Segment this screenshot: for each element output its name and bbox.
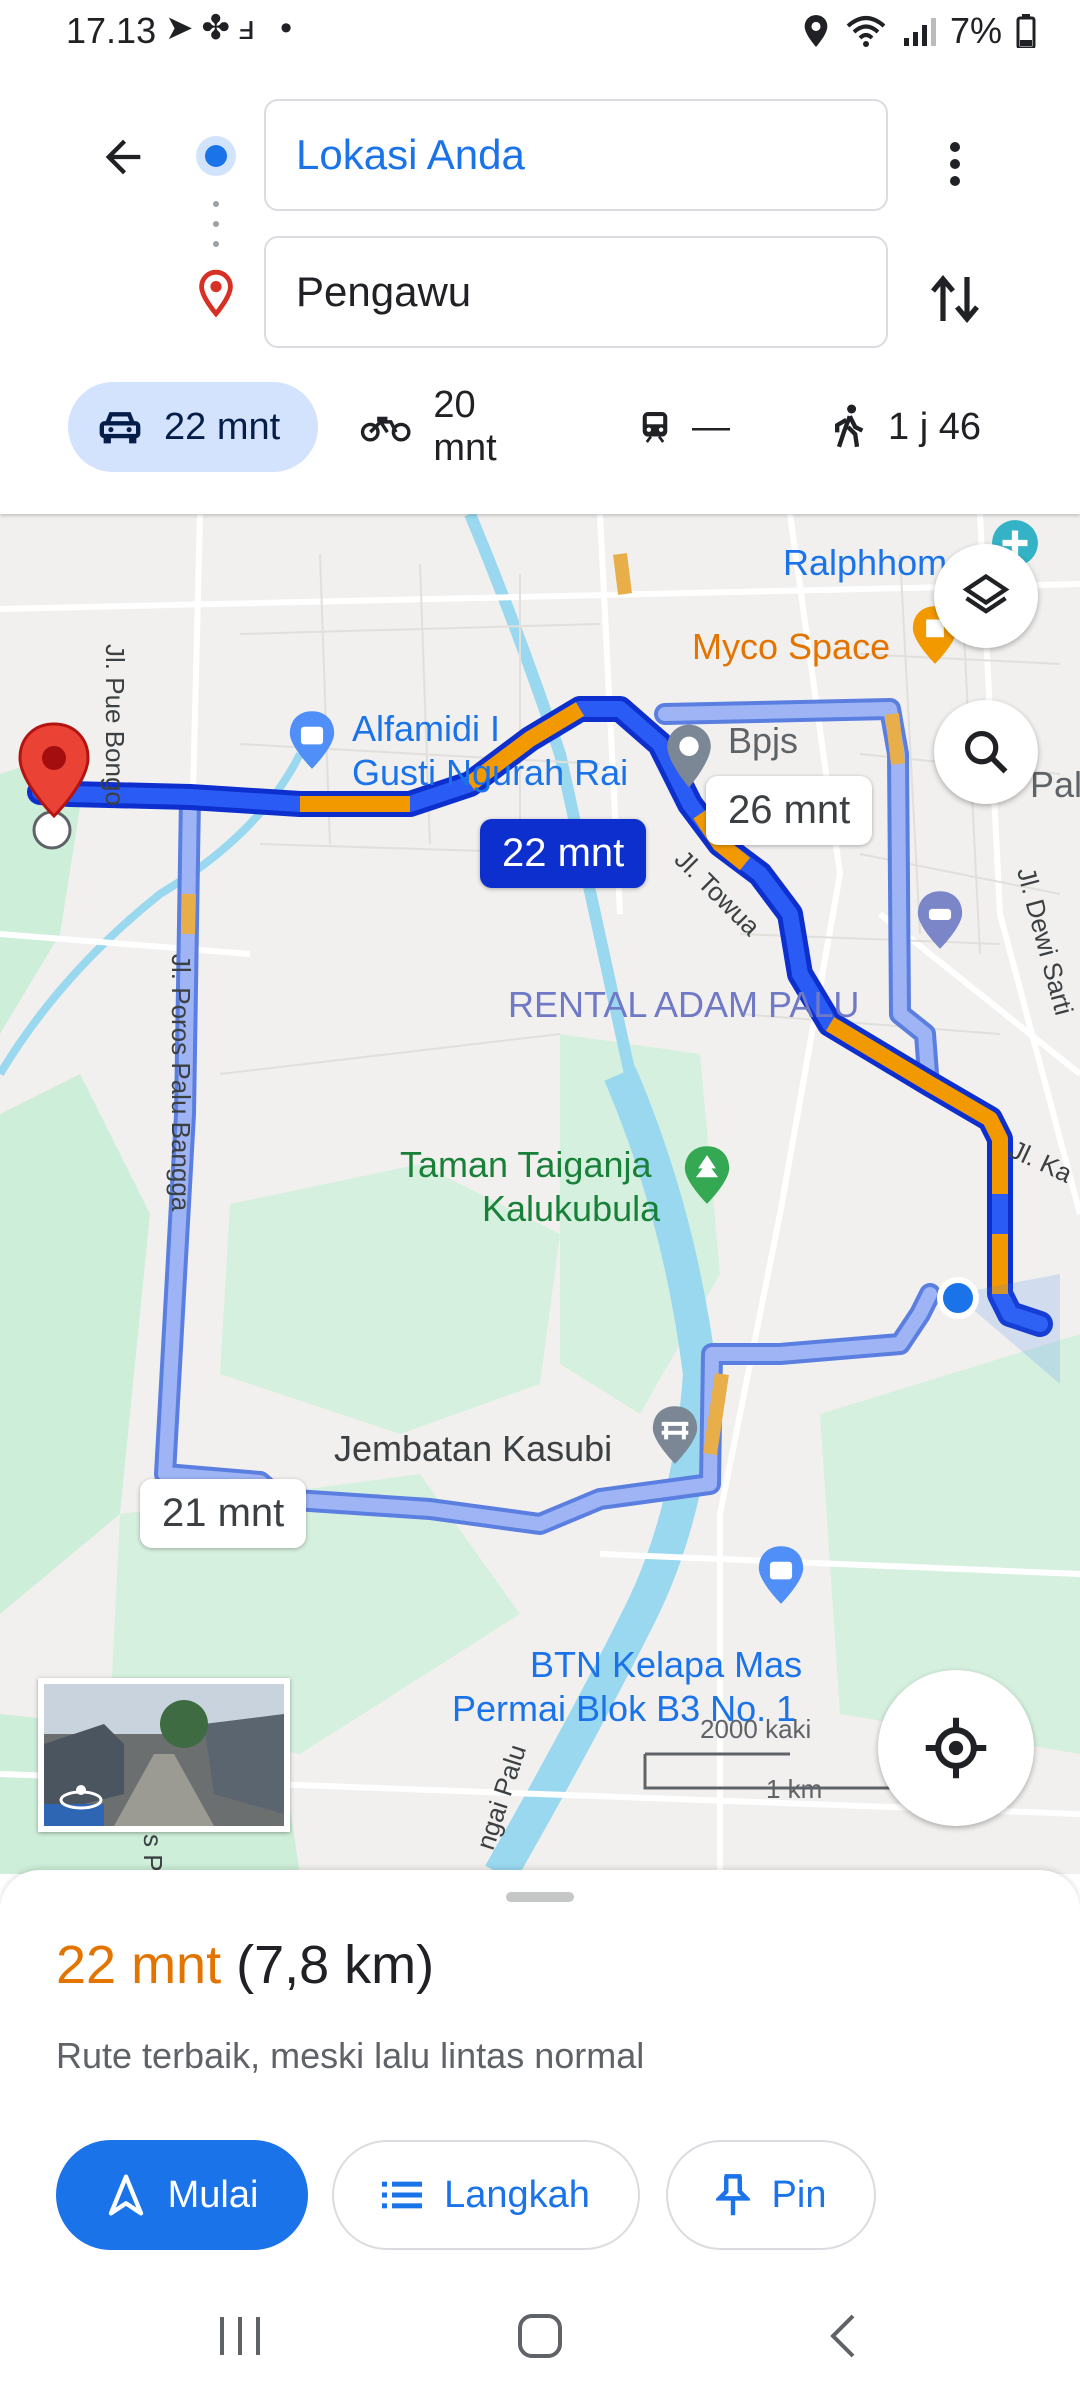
train-icon [642,412,668,443]
sheet-drag-handle[interactable] [506,1892,574,1902]
back-button[interactable] [88,122,158,192]
car-rental-icon[interactable] [913,889,967,951]
place-label-myco[interactable]: Myco Space [692,626,890,668]
tab-motorcycle[interactable]: 20 mnt [330,382,570,472]
swap-vert-icon [931,274,979,324]
notification-icons: ➤✤ⅎ • [165,9,300,47]
steps-button-label: Langkah [444,2173,590,2216]
road-label-poros-bottom: s Po [138,1834,168,1874]
origin-input[interactable]: Lokasi Anda [264,99,888,211]
route-chip-alt1[interactable]: 26 mnt [706,776,873,845]
place-label-bpjs[interactable]: Bpjs [728,720,798,762]
status-bar: 17.13 ➤✤ⅎ • 7% [0,0,1080,64]
place-label-pal[interactable]: Pal [1030,764,1080,806]
route-summary: 22 mnt (7,8 km) [56,1934,434,1996]
tab-walk-label: 1 j 46 [888,405,981,448]
chevron-left-icon [830,2314,855,2358]
shopping-bag-icon[interactable] [285,709,339,771]
my-location-icon [925,1717,987,1779]
wifi-icon [846,16,886,47]
layers-button[interactable] [934,544,1038,648]
steps-button[interactable]: Langkah [332,2140,640,2250]
signal-icon [903,18,936,46]
road-label-pue-bongo: Jl. Pue Bongo [100,644,130,806]
list-icon [382,2181,423,2209]
bridge-icon[interactable] [648,1404,702,1466]
start-button[interactable]: Mulai [56,2140,308,2250]
my-location-button[interactable] [878,1670,1034,1826]
more-vert-icon [950,142,960,186]
tab-car-label: 22 mnt [164,405,281,448]
place-label-taman[interactable]: Taman Taiganja [400,1144,652,1186]
scale-imperial: 2000 kaki [700,1714,812,1744]
shopping-bag-icon-2[interactable] [754,1544,808,1606]
status-right: 7% [802,10,1036,52]
place-label-jembatan[interactable]: Jembatan Kasubi [334,1428,612,1470]
motorcycle-icon [360,416,411,442]
route-chip-main[interactable]: 22 mnt [480,819,647,888]
status-time: 17.13 [66,10,157,51]
place-label-btn[interactable]: BTN Kelapa Mas [530,1644,802,1686]
route-chip-alt2[interactable]: 21 mnt [140,1479,307,1548]
navigation-icon [108,2174,143,2216]
place-label-ralphhome[interactable]: Ralphhom [783,542,947,584]
search-icon [964,730,1008,774]
more-options-button[interactable] [930,124,980,204]
walk-icon [835,404,864,448]
destination-pin-icon [199,269,233,317]
directions-panel: Lokasi Anda Pengawu 22 mnt 20 mnt — 1 j … [0,64,1080,514]
tab-car[interactable]: 22 mnt [68,382,318,472]
place-label-rental[interactable]: RENTAL ADAM PALU [508,984,859,1026]
tab-transit[interactable]: — [610,382,760,472]
place-label-taman-line2[interactable]: Kalukubula [482,1188,660,1230]
origin-dot-icon [196,136,236,176]
pin-button-label: Pin [771,2173,827,2216]
arrow-left-icon [105,139,141,175]
place-label-alfamidi-line2[interactable]: Gusti Ngurah Rai [352,752,628,794]
scale-metric: 1 km [766,1774,823,1804]
pin-button[interactable]: Pin [666,2140,876,2250]
destination-input[interactable]: Pengawu [264,236,888,348]
start-button-label: Mulai [167,2173,259,2216]
back-nav-button[interactable] [812,2306,872,2366]
car-icon [99,412,141,444]
road-label-poros: Jl. Poros Palu Bangga [166,954,196,1212]
route-description: Rute terbaik, meski lalu lintas normal [56,2035,645,2076]
search-button[interactable] [934,700,1038,804]
home-icon [518,2314,562,2358]
park-icon[interactable] [680,1144,734,1206]
tab-motorcycle-label: 20 mnt [433,384,497,469]
location-icon [804,15,828,47]
pushpin-icon [715,2174,750,2216]
swap-button[interactable] [920,259,990,339]
route-duration: 22 mnt [56,1935,222,1995]
battery-percent: 7% [949,10,1002,51]
travel-mode-tabs: 22 mnt 20 mnt — 1 j 46 [0,382,1080,474]
layers-icon [962,573,1010,614]
place-label-alfamidi[interactable]: Alfamidi I [352,708,500,750]
destination-pin-marker[interactable] [14,720,94,820]
map-view[interactable]: Ralphhom Myco Space Alfamidi I Gusti Ngu… [0,514,1080,1874]
street-view-360-icon [59,1785,103,1810]
tab-walk[interactable]: 1 j 46 [800,382,1020,472]
home-button[interactable] [508,2306,572,2366]
recent-apps-button[interactable] [210,2306,270,2366]
tab-transit-label: — [692,405,730,448]
system-nav-bar [0,2286,1080,2408]
battery-icon [1016,14,1036,48]
route-distance: (7,8 km) [236,1935,435,1995]
street-view-thumbnail[interactable] [38,1678,290,1832]
recent-apps-icon [220,2317,260,2355]
